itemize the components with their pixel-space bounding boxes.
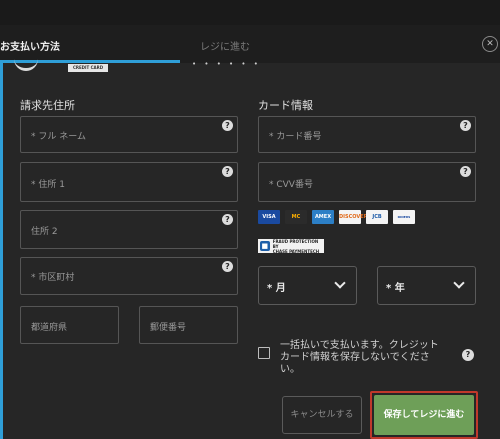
credit-card-badge: CREDIT CARD bbox=[68, 64, 108, 72]
card-number-placeholder: * カード番号 bbox=[269, 132, 322, 142]
close-icon[interactable]: ✕ bbox=[482, 36, 498, 52]
help-icon[interactable]: ? bbox=[460, 120, 471, 131]
cvv-placeholder: * CVV番号 bbox=[269, 180, 313, 190]
help-icon[interactable]: ? bbox=[222, 214, 233, 225]
amex-logo-icon: AMEX bbox=[312, 210, 334, 224]
card-info-title: カード情報 bbox=[258, 99, 313, 112]
expiry-month-value: * 月 bbox=[267, 283, 286, 294]
help-icon[interactable]: ? bbox=[222, 120, 233, 131]
address2-field[interactable]: 住所 2 ? bbox=[20, 210, 238, 249]
full-name-placeholder: * フル ネーム bbox=[31, 132, 86, 142]
chevron-down-icon bbox=[334, 277, 346, 289]
expiry-month-select[interactable]: * 月 bbox=[258, 266, 357, 305]
expiry-year-value: * 年 bbox=[386, 283, 405, 294]
card-number-field[interactable]: * カード番号 ? bbox=[258, 116, 476, 153]
tab-bar: お支払い方法 レジに進む bbox=[0, 25, 500, 63]
cancel-button[interactable]: キャンセルする bbox=[282, 396, 362, 434]
selection-edge bbox=[0, 63, 3, 439]
single-payment-label: 一括払いで支払います。クレジットカード情報を保存しないでください。 bbox=[280, 340, 439, 375]
postal-code-field[interactable]: 郵便番号 bbox=[139, 306, 238, 344]
cvv-field[interactable]: * CVV番号 ? bbox=[258, 162, 476, 202]
city-field[interactable]: * 市区町村 ? bbox=[20, 257, 238, 295]
discover-logo-icon: DISCOVER bbox=[339, 210, 368, 224]
jcb-logo-icon: JCB bbox=[366, 210, 388, 224]
full-name-field[interactable]: * フル ネーム ? bbox=[20, 116, 238, 153]
prefecture-field[interactable]: 都道府県 bbox=[20, 306, 119, 344]
billing-title: 請求先住所 bbox=[20, 99, 75, 112]
help-icon[interactable]: ? bbox=[222, 166, 233, 177]
help-icon[interactable]: ? bbox=[462, 349, 474, 361]
diners-logo-icon: DINERS bbox=[393, 210, 415, 224]
postal-placeholder: 郵便番号 bbox=[150, 323, 187, 333]
city-placeholder: * 市区町村 bbox=[31, 273, 75, 283]
expiry-year-select[interactable]: * 年 bbox=[377, 266, 476, 305]
visa-logo-icon: VISA bbox=[258, 210, 280, 224]
tab-payment-method[interactable]: お支払い方法 bbox=[0, 38, 60, 53]
partial-card-mask: • • • • • • bbox=[192, 60, 261, 68]
address1-placeholder: * 住所 1 bbox=[31, 180, 65, 190]
prefecture-placeholder: 都道府県 bbox=[31, 323, 68, 333]
help-icon[interactable]: ? bbox=[460, 166, 471, 177]
tab-checkout[interactable]: レジに進む bbox=[200, 38, 250, 53]
help-icon[interactable]: ? bbox=[222, 261, 233, 272]
single-payment-checkbox[interactable] bbox=[258, 347, 270, 359]
chase-text: FRAUD PROTECTION BY CHASE PAYMENTECH bbox=[272, 238, 320, 254]
address2-placeholder: 住所 2 bbox=[31, 227, 58, 237]
mastercard-logo-icon: MC bbox=[285, 210, 307, 224]
address1-field[interactable]: * 住所 1 ? bbox=[20, 162, 238, 202]
chase-fraud-protection-badge: ■ FRAUD PROTECTION BY CHASE PAYMENTECH bbox=[258, 238, 324, 254]
chase-icon: ■ bbox=[260, 241, 270, 251]
chevron-down-icon bbox=[453, 277, 465, 289]
save-and-checkout-button[interactable]: 保存してレジに進む bbox=[374, 395, 474, 435]
